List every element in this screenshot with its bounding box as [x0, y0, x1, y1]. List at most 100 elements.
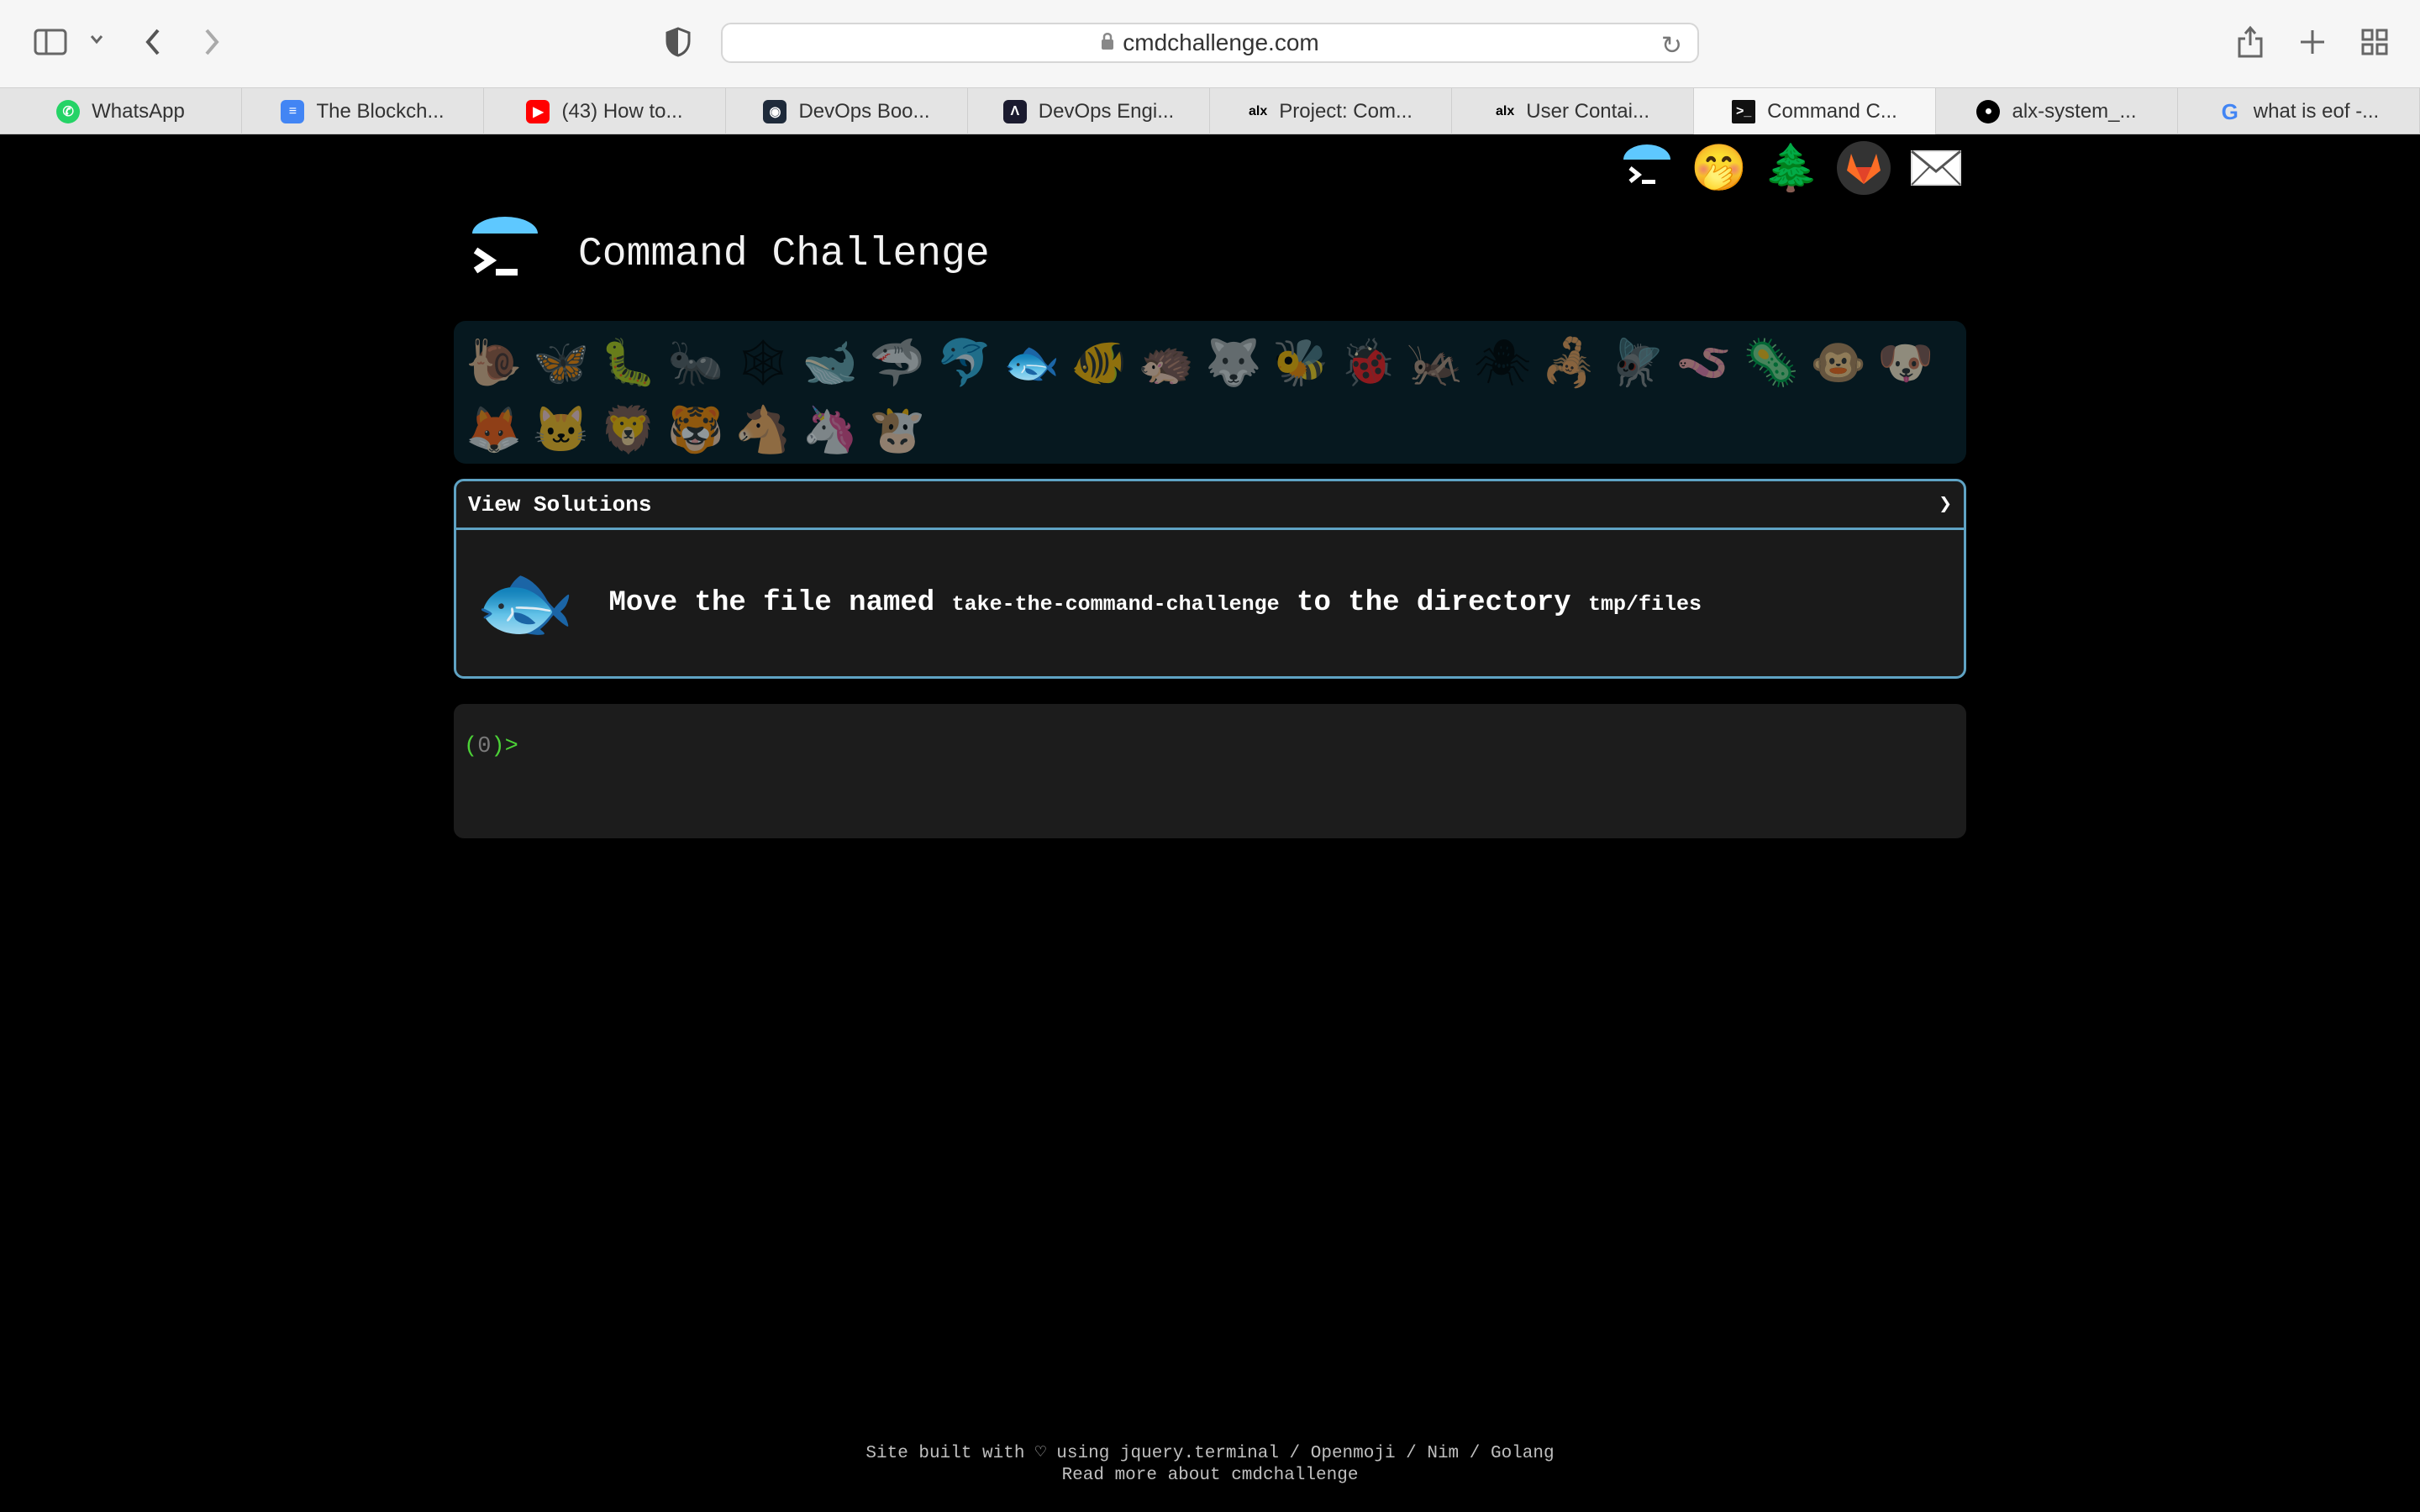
fish-icon: 🐟 — [475, 558, 576, 648]
challenge-animal-icon[interactable]: 🐱 — [528, 396, 595, 464]
prompt-open: ( — [464, 734, 478, 759]
view-solutions-label: View Solutions — [468, 491, 652, 517]
challenge-animal-icon[interactable]: 🐋 — [797, 329, 864, 396]
challenge-description: 🐟 Move the file named take-the-command-c… — [456, 530, 1964, 676]
footer-read-more-link[interactable]: Read more about cmdchallenge — [0, 1465, 2420, 1487]
tab-label: alx-system_... — [2012, 100, 2137, 123]
page-content: 🤭 🌲 Command Challenge 🐌 🦋 🐛 🐜 🕸 🐋 🦈 🐬 🐟 🐠 🦔 🐺 🐝 🐞 🦗 🕷 🦂 🪰… — [0, 134, 2420, 1512]
tab-label: The Blockch... — [316, 100, 445, 123]
challenge-animal-icon[interactable]: 🕷 — [1469, 329, 1536, 396]
shush-face-icon[interactable]: 🤭 — [1691, 141, 1747, 195]
challenge-text: Move the file named take-the-command-cha… — [609, 587, 1702, 619]
challenge-dir: tmp/files — [1587, 592, 1702, 617]
terminal-icon: >_ — [1732, 100, 1756, 123]
back-icon[interactable] — [143, 27, 163, 57]
google-docs-icon: ≡ — [281, 100, 305, 123]
prompt-close: )> — [491, 734, 518, 759]
site-logo-icon[interactable] — [467, 217, 543, 292]
challenge-animal-icon[interactable]: 🐵 — [1805, 329, 1872, 396]
challenge-animal-icon[interactable]: 🐌 — [460, 329, 528, 396]
tab-youtube[interactable]: ▶ (43) How to... — [484, 88, 726, 135]
challenge-selector: 🐌 🦋 🐛 🐜 🕸 🐋 🦈 🐬 🐟 🐠 🦔 🐺 🐝 🐞 🦗 🕷 🦂 🪰 🪱 🦠 🐵 🐶 🦊 🐱 🦁 🐯 🐴 🦄 🐮 — [454, 321, 1966, 464]
challenge-animal-icon[interactable]: 🦂 — [1536, 329, 1603, 396]
gitlab-icon[interactable] — [1837, 141, 1891, 195]
terminal-input[interactable]: (0)> — [454, 704, 1966, 838]
challenge-animal-icon[interactable]: 🦄 — [797, 396, 864, 464]
challenge-animal-icon[interactable]: 🐯 — [662, 396, 729, 464]
challenge-animal-icon[interactable]: 🐞 — [1334, 329, 1402, 396]
footer-credits: Site built with ♡ using jquery.terminal … — [865, 1444, 1555, 1463]
shield-icon[interactable] — [666, 27, 691, 57]
lock-icon — [1101, 29, 1114, 56]
page-title: Command Challenge — [578, 232, 990, 277]
address-bar[interactable]: cmdchallenge.com ↻ — [721, 23, 1699, 63]
tab-bar: ✆ WhatsApp ≡ The Blockch... ▶ (43) How t… — [0, 87, 2420, 135]
tab-label: Project: Com... — [1279, 100, 1413, 123]
tab-project[interactable]: alx Project: Com... — [1210, 88, 1452, 135]
new-tab-icon[interactable] — [2299, 29, 2326, 55]
tab-label: DevOps Engi... — [1038, 100, 1175, 123]
site-footer: Site built with ♡ using jquery.terminal … — [0, 1443, 2420, 1487]
tab-label: Command C... — [1767, 100, 1897, 123]
github-icon: ● — [1976, 100, 2001, 123]
tab-github[interactable]: ● alx-system_... — [1936, 88, 2178, 135]
challenge-animal-icon[interactable]: 🪰 — [1603, 329, 1670, 396]
challenge-animal-icon[interactable]: 🦊 — [460, 396, 528, 464]
challenge-animal-icon[interactable]: 🐴 — [729, 396, 797, 464]
challenge-animal-icon[interactable]: 🪱 — [1670, 329, 1738, 396]
terminal-prompt: (0)> — [464, 734, 518, 759]
challenge-animal-icon[interactable]: 🐮 — [864, 396, 931, 464]
challenge-animal-icon[interactable]: 🐜 — [662, 329, 729, 396]
youtube-icon: ▶ — [526, 100, 550, 123]
challenge-animal-icon[interactable]: 🐝 — [1267, 329, 1334, 396]
challenge-animal-icon[interactable]: 🐬 — [931, 329, 998, 396]
tab-label: DevOps Boo... — [798, 100, 930, 123]
challenge-text-mid: to the directory — [1279, 587, 1588, 619]
challenge-animal-icon[interactable]: 🐛 — [595, 329, 662, 396]
challenge-animal-icon[interactable]: 🦈 — [864, 329, 931, 396]
site-header: Command Challenge — [467, 217, 990, 292]
devops-book-icon: ◉ — [763, 100, 787, 123]
tree-icon[interactable]: 🌲 — [1763, 141, 1819, 195]
share-icon[interactable] — [2237, 25, 2264, 59]
tab-blockchain-doc[interactable]: ≡ The Blockch... — [242, 88, 484, 135]
challenge-animal-icon[interactable]: 🐟 — [998, 329, 1065, 396]
reload-icon[interactable]: ↻ — [1661, 31, 1682, 60]
tab-devops-engineer[interactable]: Λ DevOps Engi... — [968, 88, 1210, 135]
tab-overview-icon[interactable] — [2361, 29, 2388, 55]
challenge-animal-icon[interactable]: 🦔 — [1133, 329, 1200, 396]
tab-whatsapp[interactable]: ✆ WhatsApp — [0, 88, 242, 135]
url-text: cmdchallenge.com — [1123, 29, 1319, 55]
envelope-icon[interactable] — [1909, 141, 1963, 195]
devops-engineer-icon: Λ — [1002, 100, 1027, 123]
forward-icon[interactable] — [202, 27, 222, 57]
tab-devops-book[interactable]: ◉ DevOps Boo... — [726, 88, 968, 135]
tab-label: what is eof -... — [2253, 100, 2380, 123]
challenge-animal-icon[interactable]: 🕸 — [729, 329, 797, 396]
tab-user-containers[interactable]: alx User Contai... — [1452, 88, 1694, 135]
tab-label: User Contai... — [1526, 100, 1649, 123]
challenge-panel: View Solutions ❯ 🐟 Move the file named t… — [454, 479, 1966, 679]
challenge-animal-icon[interactable]: 🦋 — [528, 329, 595, 396]
challenge-animal-icon[interactable]: 🦗 — [1402, 329, 1469, 396]
chevron-down-icon[interactable] — [89, 34, 104, 45]
challenge-text-pre: Move the file named — [608, 587, 952, 619]
tab-label: WhatsApp — [92, 100, 185, 123]
challenge-animal-icon[interactable]: 🐶 — [1872, 329, 1939, 396]
challenge-animal-icon[interactable]: 🦠 — [1738, 329, 1805, 396]
google-icon: G — [2221, 98, 2238, 124]
chevron-right-icon: ❯ — [1939, 492, 1952, 517]
tab-command-challenge[interactable]: >_ Command C... — [1694, 88, 1936, 135]
tab-label: (43) How to... — [561, 100, 683, 123]
terminal-logo-icon[interactable] — [1620, 141, 1674, 195]
challenge-animal-icon[interactable]: 🐺 — [1200, 329, 1267, 396]
view-solutions-toggle[interactable]: View Solutions ❯ — [456, 481, 1964, 530]
tab-google-search[interactable]: G what is eof -... — [2178, 88, 2420, 135]
challenge-file: take-the-command-challenge — [951, 592, 1280, 617]
whatsapp-icon: ✆ — [56, 100, 81, 123]
challenge-animal-icon[interactable]: 🦁 — [595, 396, 662, 464]
top-icon-bar: 🤭 🌲 — [1620, 141, 1963, 195]
challenge-animal-icon[interactable]: 🐠 — [1065, 329, 1133, 396]
sidebar-toggle-icon[interactable] — [34, 29, 67, 55]
prompt-exit-code: 0 — [477, 734, 492, 759]
